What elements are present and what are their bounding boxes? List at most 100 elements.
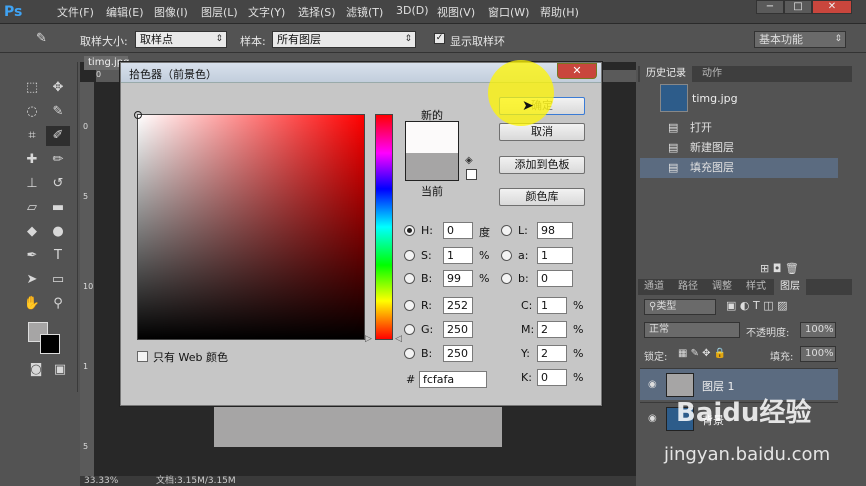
- radio-blue[interactable]: [404, 348, 415, 359]
- hue-slider[interactable]: [375, 114, 393, 340]
- menu-file[interactable]: 文件(F): [57, 4, 94, 20]
- b-input[interactable]: 99: [443, 270, 473, 287]
- l-input[interactable]: 98: [537, 222, 573, 239]
- opacity-input[interactable]: 100%: [800, 322, 836, 338]
- stamp-tool-icon[interactable]: ⊥: [20, 174, 44, 194]
- path-select-icon[interactable]: ➤: [20, 270, 44, 290]
- current-color-swatch[interactable]: [405, 153, 459, 181]
- tab-adjustments[interactable]: 调整: [706, 279, 738, 295]
- sample-select[interactable]: 所有图层 ⇕: [272, 31, 416, 48]
- healing-brush-icon[interactable]: ✚: [20, 150, 44, 170]
- tab-history[interactable]: 历史记录: [640, 66, 692, 82]
- y-input[interactable]: 2: [537, 345, 567, 362]
- screen-mode-icon[interactable]: ▣: [48, 360, 72, 380]
- picker-marker[interactable]: [134, 111, 142, 119]
- radio-l[interactable]: [501, 225, 512, 236]
- gamut-cube-icon[interactable]: ◈: [465, 155, 473, 166]
- fill-label: 填充:: [770, 352, 794, 363]
- status-bar: 33.33% 文档:3.15M/3.15M: [80, 476, 636, 486]
- menu-edit[interactable]: 编辑(E): [106, 4, 144, 20]
- add-to-swatches-button[interactable]: 添加到色板: [499, 156, 585, 174]
- eye-icon[interactable]: ◉: [648, 413, 657, 424]
- radio-a[interactable]: [501, 250, 512, 261]
- blend-mode-select[interactable]: 正常: [644, 322, 740, 338]
- hue-arrow-left-icon[interactable]: ▷: [365, 334, 372, 344]
- pen-tool-icon[interactable]: ✒: [20, 246, 44, 266]
- hue-arrow-right-icon[interactable]: ◁: [395, 334, 402, 344]
- eyedropper-icon[interactable]: ✎: [36, 31, 47, 46]
- blur-tool-icon[interactable]: ◆: [20, 222, 44, 242]
- type-tool-icon[interactable]: T: [46, 246, 70, 266]
- radio-s[interactable]: [404, 250, 415, 261]
- eyedropper-tool-icon[interactable]: ✐: [46, 126, 70, 146]
- lasso-tool-icon[interactable]: ◌: [20, 102, 44, 122]
- web-only-checkbox[interactable]: [137, 351, 148, 362]
- layer-filter-icons[interactable]: ▣ ◐ T ◫ ▨: [726, 299, 787, 312]
- menu-select[interactable]: 选择(S): [298, 4, 336, 20]
- eye-icon[interactable]: ◉: [648, 379, 657, 390]
- maximize-button[interactable]: □: [784, 0, 812, 14]
- g-input[interactable]: 250: [443, 321, 473, 338]
- a-input[interactable]: 1: [537, 247, 573, 264]
- menu-layer[interactable]: 图层(L): [201, 4, 238, 20]
- menu-help[interactable]: 帮助(H): [540, 4, 579, 20]
- history-item[interactable]: ▤ 打开: [640, 118, 838, 138]
- close-button[interactable]: ✕: [812, 0, 852, 14]
- shape-tool-icon[interactable]: ▭: [46, 270, 70, 290]
- cancel-button[interactable]: 取消: [499, 123, 585, 141]
- menu-window[interactable]: 窗口(W): [488, 4, 529, 20]
- move-tool-icon[interactable]: ✥: [46, 78, 70, 98]
- menu-filter[interactable]: 滤镜(T): [346, 4, 383, 20]
- minimize-button[interactable]: −: [756, 0, 784, 14]
- c-input[interactable]: 1: [537, 297, 567, 314]
- r-input[interactable]: 252: [443, 297, 473, 314]
- background-color-swatch[interactable]: [40, 334, 60, 354]
- show-ring-checkbox[interactable]: ✓: [434, 33, 445, 44]
- radio-r[interactable]: [404, 300, 415, 311]
- color-libraries-button[interactable]: 颜色库: [499, 188, 585, 206]
- radio-h[interactable]: [404, 225, 415, 236]
- radio-b[interactable]: [404, 273, 415, 284]
- tab-actions[interactable]: 动作: [696, 66, 728, 82]
- quick-select-icon[interactable]: ✎: [46, 102, 70, 122]
- sample-size-select[interactable]: 取样点 ⇕: [135, 31, 227, 48]
- radio-lab-b[interactable]: [501, 273, 512, 284]
- layer-filter-select[interactable]: ⚲类型: [644, 299, 716, 315]
- history-brush-icon[interactable]: ↺: [46, 174, 70, 194]
- blue-input[interactable]: 250: [443, 345, 473, 362]
- menu-view[interactable]: 视图(V): [437, 4, 475, 20]
- tab-paths[interactable]: 路径: [672, 279, 704, 295]
- hand-tool-icon[interactable]: ✋: [20, 294, 44, 314]
- snapshot-buttons-icon[interactable]: ⊞ ◘ 🗑: [760, 262, 799, 275]
- menu-3d[interactable]: 3D(D): [396, 4, 429, 17]
- dodge-tool-icon[interactable]: ●: [46, 222, 70, 242]
- eraser-tool-icon[interactable]: ▱: [20, 198, 44, 218]
- radio-g[interactable]: [404, 324, 415, 335]
- s-input[interactable]: 1: [443, 247, 473, 264]
- marquee-tool-icon[interactable]: ⬚: [20, 78, 44, 98]
- brush-tool-icon[interactable]: ✏: [46, 150, 70, 170]
- saturation-brightness-field[interactable]: [137, 114, 365, 340]
- quick-mask-icon[interactable]: ◙: [24, 360, 48, 380]
- menu-type[interactable]: 文字(Y): [248, 4, 285, 20]
- hex-input[interactable]: fcfafa: [419, 371, 487, 388]
- h-input[interactable]: 0: [443, 222, 473, 239]
- tab-styles[interactable]: 样式: [740, 279, 772, 295]
- m-input[interactable]: 2: [537, 321, 567, 338]
- lab-b-input[interactable]: 0: [537, 270, 573, 287]
- tab-channels[interactable]: 通道: [638, 279, 670, 295]
- crop-tool-icon[interactable]: ⌗: [20, 126, 44, 146]
- history-item[interactable]: ▤ 填充图层: [640, 158, 838, 178]
- tab-layers[interactable]: 图层: [774, 279, 806, 295]
- fill-input[interactable]: 100%: [800, 346, 836, 362]
- lock-icons[interactable]: ▦ ✎ ✥ 🔒: [678, 348, 726, 359]
- workspace-select[interactable]: 基本功能 ⇕: [754, 31, 846, 48]
- zoom-tool-icon[interactable]: ⚲: [46, 294, 70, 314]
- history-item[interactable]: ▤ 新建图层: [640, 138, 838, 158]
- dialog-close-button[interactable]: ✕: [557, 63, 597, 79]
- web-safe-swatch[interactable]: [466, 169, 477, 180]
- k-input[interactable]: 0: [537, 369, 567, 386]
- document-canvas[interactable]: [214, 400, 502, 447]
- gradient-tool-icon[interactable]: ▬: [46, 198, 70, 218]
- menu-image[interactable]: 图像(I): [154, 4, 188, 20]
